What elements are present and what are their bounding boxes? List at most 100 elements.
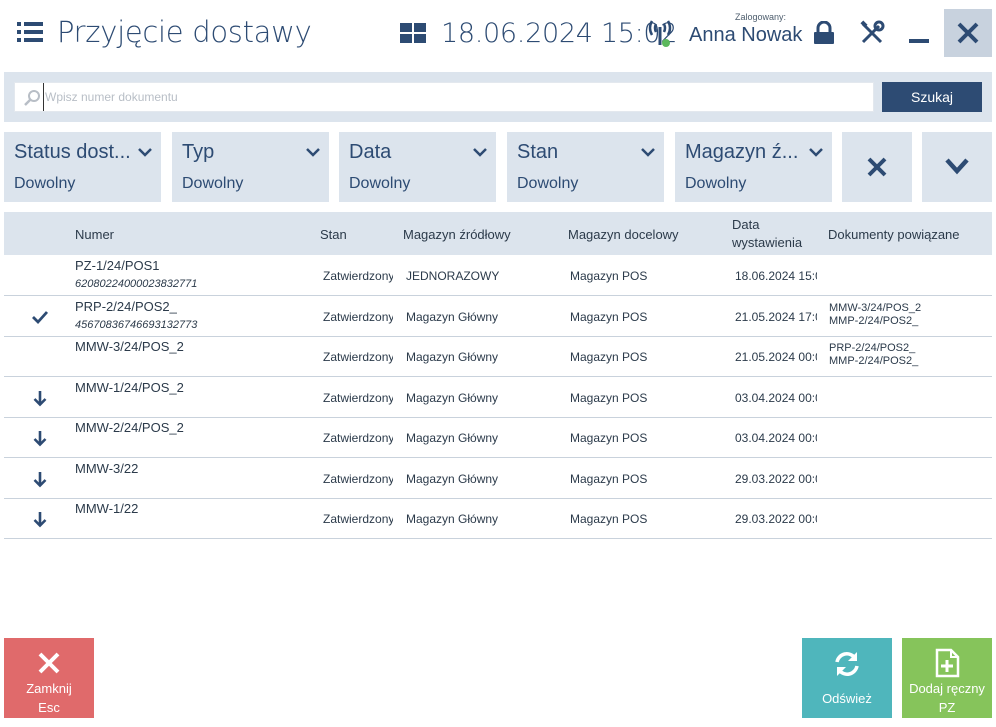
table-row[interactable]: MMW-3/24/POS_2 Zatwierdzony Magazyn Głów… [4,336,992,377]
search-icon [24,90,40,106]
chevron-down-icon [945,158,969,175]
filter-value: Dowolny [14,175,76,192]
row-data: 03.04.2024 00:0 [735,431,817,445]
row-magazyn-docelowy: Magazyn POS [570,310,648,324]
chevron-down-icon [641,148,655,157]
search-field [14,82,874,112]
tools-icon[interactable] [859,20,885,46]
column-header-data-line2[interactable]: wystawienia [732,235,802,250]
user-name: Anna Nowak [689,24,803,46]
row-numer: PRP-2/24/POS2_ [75,299,177,314]
filter-label: Stan [517,141,559,163]
add-button-label-line2: PZ [938,700,956,715]
filter-status-dostawy[interactable]: Status dost... Dowolny [4,132,161,202]
column-header-numer[interactable]: Numer [75,227,114,242]
add-manual-pz-button[interactable]: Dodaj ręczny PZ [902,638,992,718]
column-header-dokumenty-powiazane[interactable]: Dokumenty powiązane [828,227,960,242]
column-header-stan[interactable]: Stan [320,227,347,242]
close-button[interactable]: Zamknij Esc [4,638,94,718]
arrow-down-icon [33,391,47,407]
table-row[interactable]: MMW-1/22 Zatwierdzony Magazyn Główny Mag… [4,498,992,539]
row-numer: MMW-3/24/POS_2 [75,339,184,354]
refresh-icon [835,652,859,676]
row-numer: MMW-1/22 [75,501,139,516]
close-button-label: Zamknij [26,681,72,696]
row-numer: PZ-1/24/POS1 [75,258,160,273]
logged-in-label: Zalogowany: [735,12,787,22]
documents-table: Numer Stan Magazyn źródłowy Magazyn doce… [4,212,992,628]
row-data: 29.03.2022 00:0 [735,512,817,526]
row-numer: MMW-3/22 [75,461,139,476]
arrow-down-icon [33,512,47,528]
table-row[interactable]: MMW-2/24/POS_2 Zatwierdzony Magazyn Głów… [4,417,992,458]
row-magazyn-docelowy: Magazyn POS [570,431,648,445]
row-data: 03.04.2024 00:0 [735,391,817,405]
close-button-shortcut: Esc [38,700,60,715]
row-data: 29.03.2022 00:0 [735,472,817,486]
row-stan: Zatwierdzony [323,472,393,486]
arrow-down-icon [33,431,47,447]
table-row[interactable]: PRP-2/24/POS2_ 45670836746693132773 Zatw… [4,296,992,337]
windows-grid-icon [400,23,426,43]
column-header-magazyn-zrodlowy[interactable]: Magazyn źródłowy [403,227,511,242]
hamburger-menu-icon[interactable] [17,22,43,44]
row-magazyn-docelowy: Magazyn POS [570,391,648,405]
filter-stan[interactable]: Stan Dowolny [507,132,664,202]
page-title: Przyjęcie dostawy [57,15,312,49]
row-related-doc: MMW-3/24/POS_2 [829,302,922,314]
table-row[interactable]: PZ-1/24/POS1 62080224000023832771 Zatwie… [4,255,992,296]
column-header-magazyn-docelowy[interactable]: Magazyn docelowy [568,227,679,242]
row-magazyn-zrodlowy: Magazyn Główny [406,350,499,364]
refresh-button[interactable]: Odśwież [802,638,892,718]
row-data: 21.05.2024 00:0 [735,350,817,364]
filter-label: Magazyn ź... [685,141,799,163]
row-magazyn-docelowy: Magazyn POS [570,512,648,526]
minimize-icon[interactable] [907,21,931,45]
connection-antenna-icon [647,18,673,48]
row-stan: Zatwierdzony [323,269,393,283]
expand-filters-button[interactable] [922,132,992,202]
filter-typ[interactable]: Typ Dowolny [172,132,329,202]
filter-label: Typ [182,141,215,163]
row-related-doc: MMP-2/24/POS2_ [829,315,919,327]
chevron-down-icon [473,148,487,157]
chevron-down-icon [809,148,823,157]
close-icon [867,157,887,177]
row-stan: Zatwierdzony [323,512,393,526]
column-header-data-line1[interactable]: Data [732,217,759,232]
row-numer-sub: 62080224000023832771 [75,278,198,290]
row-stan: Zatwierdzony [323,391,393,405]
filter-value: Dowolny [685,175,747,192]
filter-magazyn-zrodlowy[interactable]: Magazyn ź... Dowolny [675,132,832,202]
search-button[interactable]: Szukaj [882,82,982,112]
filter-label: Data [349,141,392,163]
close-window-button[interactable] [944,9,992,57]
filter-value: Dowolny [349,175,411,192]
row-magazyn-zrodlowy: Magazyn Główny [406,391,499,405]
arrow-down-icon [33,472,47,488]
search-input[interactable] [43,83,869,111]
row-data: 18.06.2024 15:0 [735,269,817,283]
current-datetime: 18.06.2024 15:02 [441,18,678,49]
table-row[interactable]: MMW-3/22 Zatwierdzony Magazyn Główny Mag… [4,458,992,499]
row-related-doc: MMP-2/24/POS2_ [829,355,919,367]
chevron-down-icon [138,148,152,157]
row-stan: Zatwierdzony [323,431,393,445]
row-magazyn-zrodlowy: Magazyn Główny [406,512,499,526]
filter-value: Dowolny [182,175,244,192]
filter-data[interactable]: Data Dowolny [339,132,496,202]
add-button-label: Dodaj ręczny [909,681,985,696]
clear-filters-button[interactable] [842,132,912,202]
row-numer-sub: 45670836746693132773 [75,319,198,331]
table-row[interactable]: MMW-1/24/POS_2 Zatwierdzony Magazyn Głów… [4,377,992,418]
row-magazyn-docelowy: Magazyn POS [570,269,648,283]
row-magazyn-docelowy: Magazyn POS [570,472,648,486]
row-stan: Zatwierdzony [323,310,393,324]
check-icon [32,311,49,325]
close-icon [957,22,979,44]
row-magazyn-zrodlowy: Magazyn Główny [406,431,499,445]
refresh-button-label: Odśwież [822,691,872,706]
lock-icon[interactable] [812,20,836,45]
row-magazyn-zrodlowy: Magazyn Główny [406,472,499,486]
row-related-doc: PRP-2/24/POS2_ [829,342,916,354]
